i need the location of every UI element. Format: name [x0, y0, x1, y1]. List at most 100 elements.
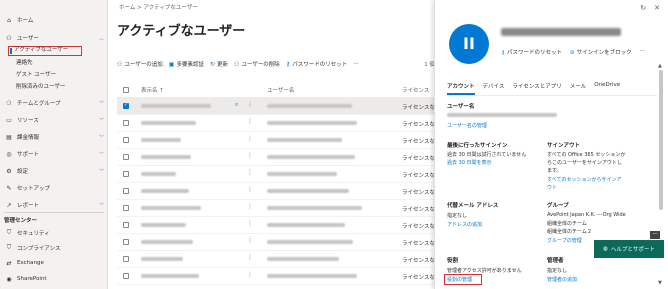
- sidebar-subitem-contacts[interactable]: 連絡先: [16, 58, 33, 68]
- manage-groups-link[interactable]: グループの管理: [547, 237, 582, 244]
- sidebar-item-security[interactable]: ⛉ セキュリティ: [0, 227, 108, 239]
- row-more-icon[interactable]: ⋮: [247, 135, 253, 142]
- signout-all-link[interactable]: ウト: [547, 184, 557, 191]
- group-item: 組織全体のチーム: [547, 221, 587, 227]
- row-checkbox[interactable]: [123, 171, 129, 177]
- tab-licenses[interactable]: ライセンスとアプリ: [512, 82, 561, 95]
- column-display-name[interactable]: 表示名 ↑: [141, 86, 164, 94]
- signout-all-link[interactable]: すべてのセッションからサインア: [547, 176, 621, 183]
- sidebar-item-support[interactable]: ◎ サポート ﹀: [0, 148, 108, 160]
- close-icon[interactable]: ✕: [654, 4, 660, 12]
- panel-scrollbar[interactable]: [659, 70, 663, 210]
- sidebar-item-compliance[interactable]: ⛉ コンプライアンス: [0, 242, 108, 254]
- reset-password-button[interactable]: ⚷ パスワードのリセット: [501, 48, 562, 56]
- row-checkbox[interactable]: [123, 188, 129, 194]
- row-more-icon[interactable]: ⋮: [247, 203, 253, 210]
- minimize-icon[interactable]: —: [650, 231, 660, 239]
- sidebar-item-setup[interactable]: ✎ セットアップ: [0, 182, 108, 194]
- column-license[interactable]: ライセンス: [402, 86, 429, 94]
- row-checkbox[interactable]: [123, 273, 129, 279]
- table-row[interactable]: ⋮ ライセンスなし: [117, 200, 440, 217]
- add-user-button[interactable]: ⚇ ユーザーの追加: [117, 60, 163, 69]
- add-manager-link[interactable]: 管理者の追加: [547, 276, 577, 283]
- row-checkbox[interactable]: [123, 222, 129, 228]
- scroll-down-icon[interactable]: ▼: [658, 280, 662, 286]
- table-row[interactable]: ⋮ ライセンスなし: [117, 132, 440, 149]
- sidebar-item-settings[interactable]: ⚙ 設定 ﹀: [0, 165, 108, 177]
- row-checkbox[interactable]: [123, 205, 129, 211]
- row-more-icon[interactable]: ⋮: [247, 254, 253, 261]
- table-row[interactable]: ⋮ ライセンスなし: [117, 268, 440, 285]
- sidebar-item-label: チームとグループ: [17, 101, 61, 107]
- help-support-button[interactable]: ◍ ヘルプとサポート: [594, 240, 664, 258]
- sidebar-subitem-guest-users[interactable]: ゲスト ユーザー: [16, 70, 56, 80]
- mfa-icon: ▣: [168, 60, 175, 68]
- row-more-icon[interactable]: ⋮: [247, 152, 253, 159]
- redacted-username: [267, 172, 337, 176]
- groups-label: グループ: [547, 203, 569, 209]
- sidebar-item-sharepoint[interactable]: ◉ SharePoint: [0, 273, 108, 285]
- table-row[interactable]: ⌕ ⋮ ライセンスなし: [117, 98, 440, 115]
- more-button[interactable]: ···: [640, 48, 645, 56]
- refresh-icon[interactable]: ↻: [640, 4, 646, 12]
- breadcrumb[interactable]: ホーム > アクティブなユーザー: [119, 3, 198, 11]
- sidebar-item-billing[interactable]: ▤ 課金情報 ﹀: [0, 131, 108, 143]
- row-more-icon[interactable]: ⋮: [247, 186, 253, 193]
- row-checkbox[interactable]: [123, 154, 129, 160]
- row-checkbox[interactable]: [123, 120, 129, 126]
- block-signin-button[interactable]: ⊘ サインインをブロック: [570, 48, 632, 56]
- chevron-down-icon: ﹀: [98, 134, 104, 141]
- reset-password-label: パスワードのリセット: [507, 50, 563, 56]
- key-icon: ⚷: [285, 60, 291, 68]
- row-more-icon[interactable]: ⋮: [247, 220, 253, 227]
- tab-mail[interactable]: メール: [570, 82, 587, 95]
- more-button[interactable]: ···: [353, 61, 358, 67]
- redacted-display-name: [141, 189, 189, 193]
- sidebar-subitem-active-users[interactable]: アクティブなユーザー: [8, 46, 82, 56]
- tab-onedrive[interactable]: OneDrive: [594, 82, 620, 95]
- reset-password-button[interactable]: ⚷ パスワードのリセット: [285, 60, 347, 69]
- sidebar-item-home[interactable]: ⌂ ホーム: [0, 14, 108, 26]
- table-row[interactable]: ⋮ ライセンスなし: [117, 149, 440, 166]
- tab-account[interactable]: アカウント: [447, 82, 475, 95]
- table-row[interactable]: ⋮ ライセンスなし: [117, 251, 440, 268]
- sidebar-item-reports[interactable]: ↗ レポート ﹀: [0, 199, 108, 211]
- sidebar-item-teams[interactable]: ⚆ チームとグループ ﹀: [0, 97, 108, 109]
- table-row[interactable]: ⋮ ライセンスなし: [117, 166, 440, 183]
- select-all-checkbox[interactable]: [123, 87, 129, 93]
- row-checkbox[interactable]: [123, 256, 129, 262]
- row-checkbox[interactable]: [123, 239, 129, 245]
- page-title: アクティブなユーザー: [117, 24, 246, 39]
- sidebar-item-users[interactable]: ⚇ ユーザー ︿: [0, 32, 108, 44]
- row-more-icon[interactable]: ⋮: [247, 101, 253, 108]
- scroll-up-icon[interactable]: ▲: [658, 63, 662, 69]
- signout-text: ます。: [547, 168, 562, 174]
- sidebar-subitem-deleted-users[interactable]: 削除済みのユーザー: [16, 82, 65, 92]
- row-checkbox[interactable]: [123, 102, 129, 109]
- table-row[interactable]: ⋮ ライセンスなし: [117, 217, 440, 234]
- tab-devices[interactable]: デバイス: [483, 82, 505, 95]
- search-icon[interactable]: ⌕: [235, 101, 238, 109]
- table-row[interactable]: ⋮ ライセンスなし: [117, 183, 440, 200]
- row-more-icon[interactable]: ⋮: [247, 169, 253, 176]
- table-row[interactable]: ⋮ ライセンスなし: [117, 234, 440, 251]
- row-more-icon[interactable]: ⋮: [247, 118, 253, 125]
- sidebar-item-label: Exchange: [17, 260, 44, 266]
- row-more-icon[interactable]: ⋮: [247, 271, 253, 278]
- add-user-icon: ⚇: [117, 60, 123, 68]
- sidebar-item-resources[interactable]: ▭ リソース ﹀: [0, 114, 108, 126]
- manage-username-link[interactable]: ユーザー名の管理: [447, 122, 487, 129]
- refresh-button[interactable]: ↻ 更新: [210, 60, 228, 69]
- table-row[interactable]: ⋮ ライセンスなし: [117, 115, 440, 132]
- sidebar-item-exchange[interactable]: ⇄ Exchange: [0, 257, 108, 269]
- row-more-icon[interactable]: ⋮: [247, 237, 253, 244]
- last-signin-link[interactable]: 過去 30 日間を表示: [447, 159, 492, 166]
- column-username[interactable]: ユーザー名: [267, 86, 294, 94]
- redacted-username: [267, 223, 345, 227]
- row-checkbox[interactable]: [123, 137, 129, 143]
- mfa-button[interactable]: ▣ 多要素認証: [168, 60, 204, 69]
- redacted-display-name: [141, 257, 183, 261]
- add-address-link[interactable]: アドレスの追加: [447, 221, 482, 228]
- delete-user-button[interactable]: ⚇ ユーザーの削除: [234, 60, 280, 69]
- settings-icon: ⚙: [6, 167, 12, 175]
